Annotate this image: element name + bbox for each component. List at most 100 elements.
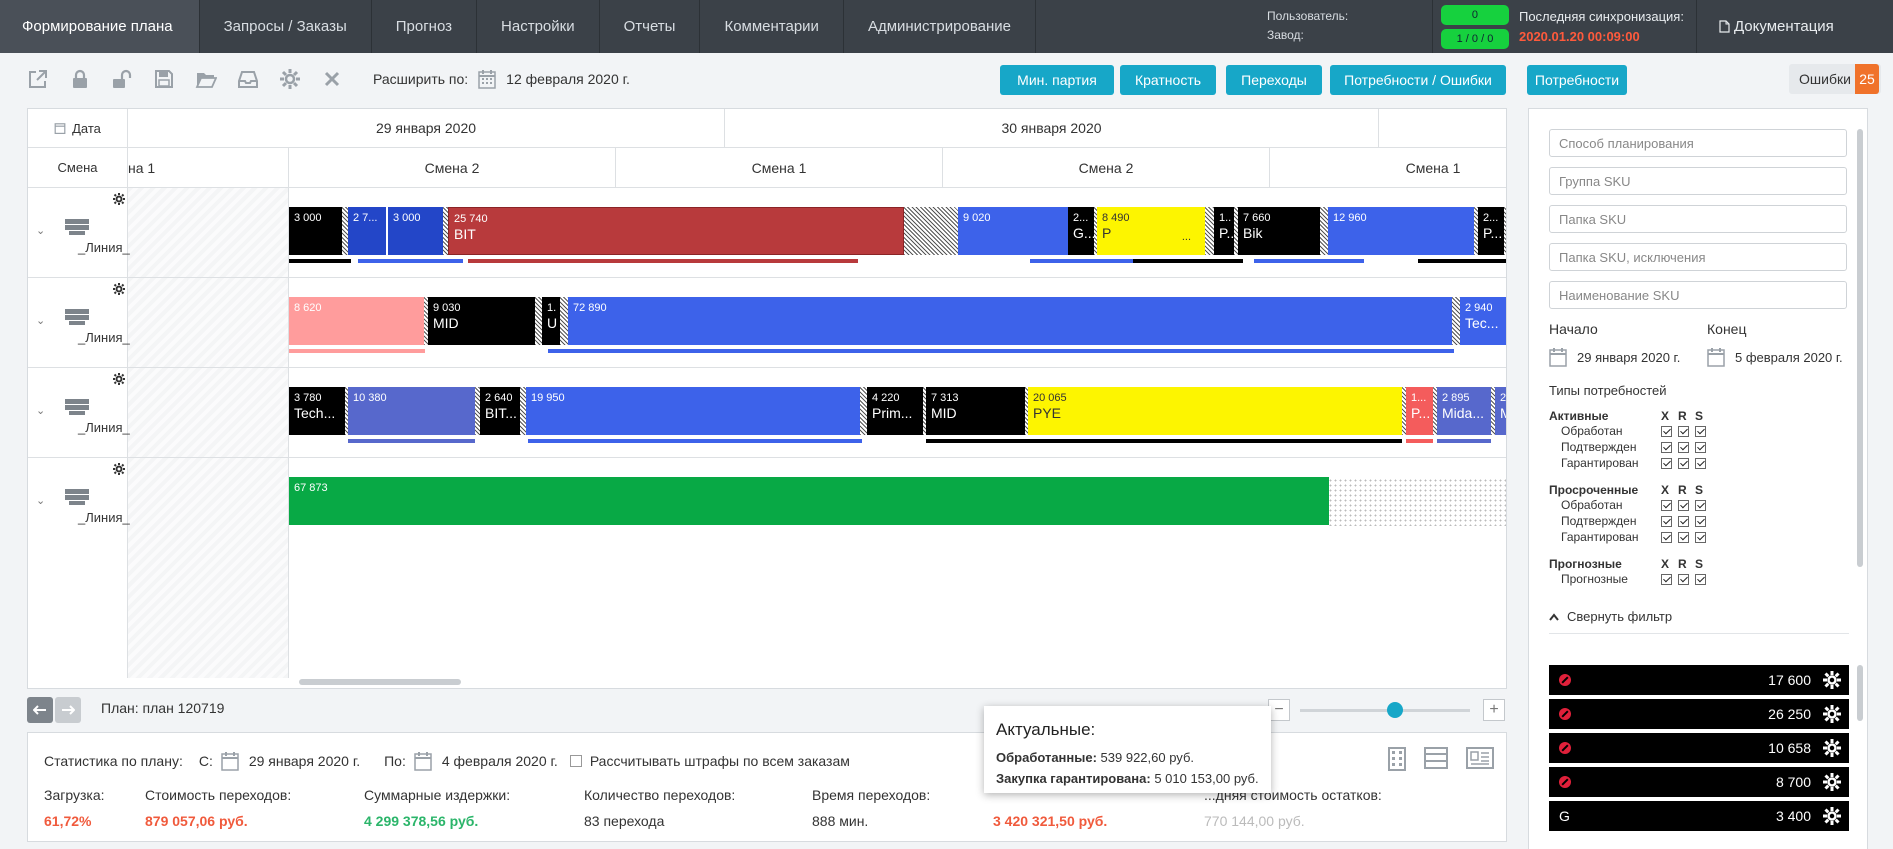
calendar-icon[interactable]: [414, 751, 432, 771]
sku-folder-field[interactable]: Папка SKU: [1549, 205, 1847, 233]
production-order-bar[interactable]: 2 940 Tec...: [1460, 297, 1506, 345]
checkbox-s[interactable]: [1695, 425, 1706, 437]
nav-tab-settings[interactable]: Настройки: [477, 0, 600, 53]
chevron-down-icon[interactable]: ⌄: [36, 224, 45, 237]
nav-tab-forecast[interactable]: Прогноз: [372, 0, 478, 53]
checkbox-r[interactable]: [1678, 499, 1689, 511]
production-order-bar[interactable]: 1.. P..: [1214, 207, 1234, 255]
production-order-bar[interactable]: 67 873: [289, 477, 1329, 525]
checkbox-r[interactable]: [1678, 573, 1689, 585]
production-order-bar[interactable]: 9 030 MID: [428, 297, 535, 345]
close-icon[interactable]: [311, 53, 353, 105]
external-link-icon[interactable]: [17, 53, 59, 105]
checkbox-x[interactable]: [1661, 425, 1672, 437]
penalty-checkbox[interactable]: [569, 755, 582, 767]
checkbox-s[interactable]: [1695, 531, 1706, 543]
errors-button[interactable]: Ошибки 25: [1789, 64, 1881, 94]
lock-icon[interactable]: [59, 53, 101, 105]
line-settings-gear-icon[interactable]: [111, 461, 127, 477]
checkbox-x[interactable]: [1661, 573, 1672, 585]
production-order-bar[interactable]: 3 000: [289, 207, 342, 255]
stats-to-date[interactable]: 4 февраля 2020 г.: [442, 753, 558, 769]
production-order-bar[interactable]: 1... P...: [1406, 387, 1433, 435]
production-order-bar[interactable]: 2... G...: [1068, 207, 1094, 255]
needs-errors-button[interactable]: Потребности / Ошибки: [1330, 65, 1506, 95]
production-order-bar[interactable]: 12 960: [1328, 207, 1474, 255]
nav-tab-reports[interactable]: Отчеты: [600, 0, 701, 53]
gear-icon[interactable]: [1821, 671, 1843, 689]
sku-name-field[interactable]: Наименование SKU: [1549, 281, 1847, 309]
error-list-item[interactable]: 26 250: [1549, 699, 1849, 729]
status-badge-bottom[interactable]: 1 / 0 / 0: [1440, 28, 1509, 49]
gear-icon[interactable]: [1821, 739, 1843, 757]
production-order-bar[interactable]: 2 895 Mida...: [1437, 387, 1491, 435]
chevron-down-icon[interactable]: ⌄: [36, 494, 45, 507]
zoom-slider-track[interactable]: [1300, 709, 1470, 712]
horizontal-scrollbar[interactable]: [299, 679, 461, 685]
production-order-bar[interactable]: 3 780 Tech...: [289, 387, 345, 435]
production-order-bar[interactable]: 3 000: [388, 207, 443, 255]
filter-scrollbar[interactable]: [1857, 129, 1863, 567]
chevron-down-icon[interactable]: ⌄: [36, 314, 45, 327]
gear-icon[interactable]: [1821, 807, 1843, 825]
documentation-link[interactable]: Документация: [1697, 0, 1834, 53]
unlock-icon[interactable]: [101, 53, 143, 105]
start-date-picker[interactable]: 29 января 2020 г.: [1549, 347, 1680, 367]
gear-icon[interactable]: [1821, 705, 1843, 723]
error-list-item[interactable]: 8 700: [1549, 767, 1849, 797]
calendar-icon[interactable]: [221, 751, 239, 771]
folder-icon[interactable]: [185, 53, 227, 105]
production-order-bar[interactable]: 8 620: [289, 297, 424, 345]
extend-date-picker[interactable]: 12 февраля 2020 г.: [478, 69, 630, 89]
checkbox-s[interactable]: [1695, 499, 1706, 511]
card-view-icon[interactable]: [1466, 747, 1494, 769]
settings-icon[interactable]: [269, 53, 311, 105]
nav-tab-plan-formation[interactable]: Формирование плана: [0, 0, 200, 53]
collapse-filter-button[interactable]: Свернуть фильтр: [1549, 609, 1672, 624]
production-order-bar[interactable]: 7 313 MID: [926, 387, 1025, 435]
nav-tab-requests-orders[interactable]: Запросы / Заказы: [200, 0, 372, 53]
planning-method-field[interactable]: Способ планирования: [1549, 129, 1847, 157]
error-list-item[interactable]: 10 658: [1549, 733, 1849, 763]
redo-button[interactable]: [55, 697, 81, 723]
checkbox-r[interactable]: [1678, 441, 1689, 453]
production-order-bar[interactable]: 2 M: [1495, 387, 1506, 435]
min-batch-button[interactable]: Мин. партия: [1000, 65, 1114, 95]
inbox-icon[interactable]: [227, 53, 269, 105]
production-order-bar[interactable]: 2 640 BIT...: [480, 387, 520, 435]
zoom-in-button[interactable]: +: [1483, 699, 1505, 721]
end-date-picker[interactable]: 5 февраля 2020 г.: [1707, 347, 1843, 367]
zoom-out-button[interactable]: −: [1268, 699, 1290, 721]
needs-button[interactable]: Потребности: [1527, 65, 1627, 95]
production-order-bar[interactable]: 1. U: [542, 297, 560, 345]
production-order-bar[interactable]: 20 065 PYE: [1028, 387, 1402, 435]
production-order-bar[interactable]: 2 7...: [348, 207, 386, 255]
sku-folder-exclusions-field[interactable]: Папка SKU, исключения: [1549, 243, 1847, 271]
transitions-button[interactable]: Переходы: [1226, 65, 1322, 95]
line-settings-gear-icon[interactable]: [111, 191, 127, 207]
production-order-bar[interactable]: 10 380: [348, 387, 475, 435]
checkbox-s[interactable]: [1695, 515, 1706, 527]
building-icon[interactable]: [1388, 747, 1406, 771]
errors-scrollbar[interactable]: [1857, 665, 1863, 721]
multiplicity-button[interactable]: Кратность: [1120, 65, 1216, 95]
production-order-bar[interactable]: 8 490 P ...: [1097, 207, 1205, 255]
checkbox-r[interactable]: [1678, 425, 1689, 437]
checkbox-x[interactable]: [1661, 515, 1672, 527]
checkbox-x[interactable]: [1661, 441, 1672, 453]
production-order-bar[interactable]: 9 020: [958, 207, 1068, 255]
save-icon[interactable]: [143, 53, 185, 105]
production-order-bar[interactable]: 25 740 BIT: [448, 207, 904, 255]
checkbox-x[interactable]: [1661, 457, 1672, 469]
nav-tab-comments[interactable]: Комментарии: [700, 0, 844, 53]
checkbox-r[interactable]: [1678, 531, 1689, 543]
checkbox-s[interactable]: [1695, 573, 1706, 585]
checkbox-x[interactable]: [1661, 531, 1672, 543]
chevron-down-icon[interactable]: ⌄: [36, 404, 45, 417]
checkbox-r[interactable]: [1678, 457, 1689, 469]
status-badge-top[interactable]: 0: [1440, 4, 1509, 25]
checkbox-s[interactable]: [1695, 457, 1706, 469]
zoom-slider-handle[interactable]: [1387, 702, 1403, 718]
stats-from-date[interactable]: 29 января 2020 г.: [249, 753, 360, 769]
error-list-item[interactable]: G 3 400: [1549, 801, 1849, 831]
